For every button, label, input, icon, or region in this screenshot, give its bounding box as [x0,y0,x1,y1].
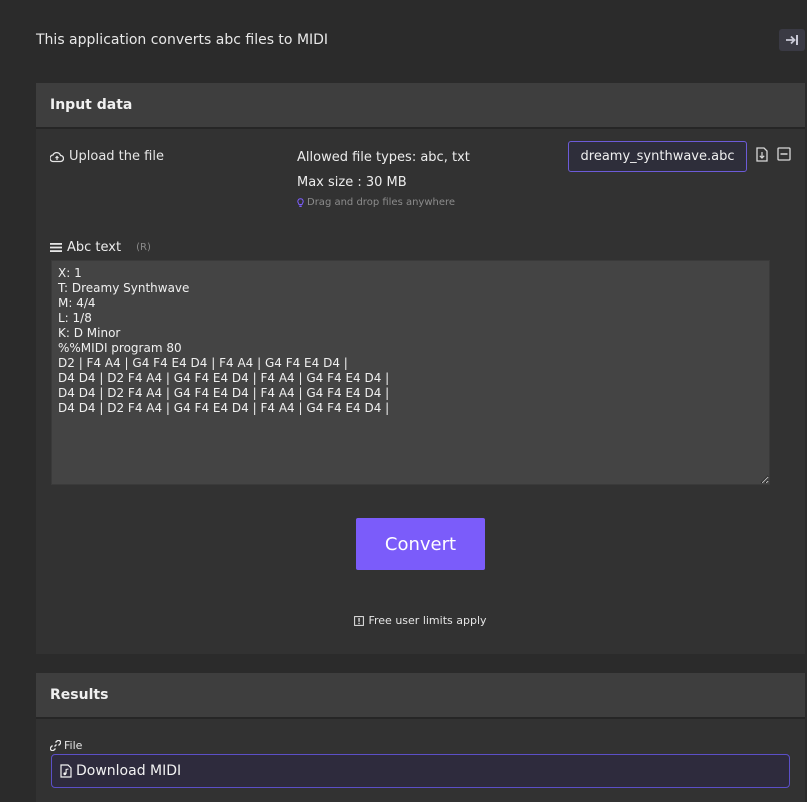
input-panel-title: Input data [36,83,805,129]
abc-text-label: Abc text (R) [50,240,151,255]
required-marker: (R) [136,242,151,253]
results-panel: Results File Download MIDI [36,673,805,802]
results-panel-title: Results [36,673,805,719]
upload-file-label: Upload the file [69,149,164,164]
input-data-panel: Input data Upload the file Allowed file … [36,83,805,654]
download-midi-link[interactable]: Download MIDI [51,754,790,788]
remove-file-button[interactable] [776,146,792,162]
music-file-icon [60,764,72,778]
download-midi-label: Download MIDI [76,763,182,779]
link-icon [50,740,61,751]
selected-file-name: dreamy_synthwave.abc [568,141,747,172]
drag-drop-hint: Drag and drop files anywhere [297,197,455,208]
cloud-upload-icon [50,151,64,162]
file-constraints: Allowed file types: abc, txt Max size : … [297,145,470,195]
max-size-text: Max size : 30 MB [297,175,407,190]
lightbulb-icon [297,197,304,207]
result-file-label-text: File [64,739,83,752]
result-file-label: File [50,739,82,752]
exclamation-square-icon [354,615,365,626]
bars-icon [50,243,62,252]
abc-text-label-text: Abc text [67,240,122,255]
file-download-icon [756,146,768,162]
free-limits-notice: Free user limits apply [36,614,805,627]
drag-drop-hint-text: Drag and drop files anywhere [307,197,456,208]
intro-text: This application converts abc files to M… [36,32,329,48]
convert-button[interactable]: Convert [356,518,485,570]
allowed-types-text: Allowed file types: abc, txt [297,150,470,165]
free-limits-text: Free user limits apply [368,614,487,627]
download-file-button[interactable] [754,146,770,162]
arrow-to-right-icon [786,35,798,45]
minus-square-icon [777,147,791,161]
abc-text-input[interactable]: X: 1 T: Dreamy Synthwave M: 4/4 L: 1/8 K… [51,260,770,485]
upload-file-button[interactable]: Upload the file [50,149,164,164]
sidebar-toggle-button[interactable] [779,29,805,51]
